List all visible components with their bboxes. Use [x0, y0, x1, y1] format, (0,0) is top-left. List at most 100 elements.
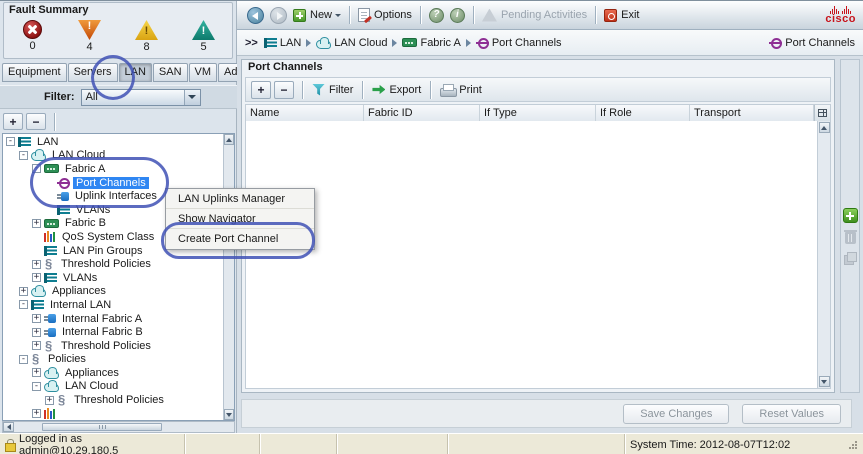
content-pane: New Options ? i Pending Activities Exit [237, 1, 863, 433]
collapse-icon[interactable] [19, 150, 28, 160]
scroll-up-button[interactable] [818, 122, 830, 133]
collapse-icon[interactable] [32, 164, 41, 174]
table-vertical-scrollbar[interactable] [817, 121, 830, 388]
expand-icon[interactable] [32, 341, 41, 351]
cisco-logo: cisco [825, 6, 856, 25]
fault-major[interactable]: 4 [68, 20, 112, 53]
expand-icon[interactable] [32, 259, 41, 269]
tab-vm[interactable]: VM [188, 63, 218, 82]
tree-node-label: Internal LAN [50, 298, 112, 311]
tree-node-lan-cloud[interactable]: LAN Cloud [3, 149, 223, 163]
tree-collapse-all-button[interactable] [26, 113, 46, 130]
fault-count: 5 [200, 41, 207, 53]
expand-icon[interactable] [45, 395, 54, 405]
filter-dropdown-button[interactable] [183, 89, 200, 105]
collapse-icon[interactable] [19, 300, 28, 310]
breadcrumb-current: Port Channels [769, 37, 855, 49]
options-button[interactable]: Options [358, 8, 412, 22]
tree-node-lan-cloud[interactable]: LAN Cloud [3, 380, 223, 394]
expand-icon[interactable] [19, 286, 28, 296]
column-header-name[interactable]: Name [246, 105, 364, 121]
tree-node-label: LAN Cloud [52, 149, 106, 162]
delete-icon[interactable] [843, 230, 857, 244]
tree-expand-all-button[interactable] [3, 113, 23, 130]
scroll-down-button[interactable] [818, 376, 830, 387]
tree-node-fabric-a[interactable]: Fabric A [3, 162, 223, 176]
scroll-up-button[interactable] [224, 134, 234, 145]
fault-count: 8 [143, 41, 150, 53]
expand-icon[interactable] [32, 273, 41, 283]
resize-grip[interactable] [848, 440, 858, 450]
breadcrumb-item-port-channels[interactable]: Port Channels [475, 37, 562, 49]
breadcrumb-item-lan[interactable]: LAN [263, 37, 301, 49]
tab-equipment[interactable]: Equipment [2, 63, 67, 82]
tree-horizontal-scrollbar[interactable] [2, 421, 863, 454]
tree-node-internal-lan[interactable]: Internal LAN [3, 298, 223, 312]
exit-button[interactable]: Exit [604, 8, 640, 22]
uplink-icon [44, 327, 56, 338]
lan-tree: LANLAN CloudFabric APort ChannelsUplink … [2, 133, 235, 421]
add-port-channel-button[interactable] [842, 208, 858, 223]
navigator-tabs: EquipmentServersLANSANVMAdmin [2, 63, 262, 82]
reset-values-button[interactable]: Reset Values [742, 403, 841, 424]
collapse-icon[interactable] [6, 137, 15, 147]
menu-item-show-navigator[interactable]: Show Navigator [166, 209, 314, 229]
breadcrumb-item-lan-cloud[interactable]: LAN Cloud [316, 36, 387, 49]
tree-node-appliances[interactable]: Appliances [3, 366, 223, 380]
back-button[interactable] [247, 6, 264, 24]
tree-node-threshold-policies[interactable]: Threshold Policies [3, 392, 223, 407]
tree-node-appliances[interactable]: Appliances [3, 285, 223, 299]
tree-node-vlans[interactable]: VLANs [3, 271, 223, 285]
expand-icon[interactable] [32, 314, 41, 324]
filter-button[interactable]: Filter [312, 83, 353, 96]
export-button[interactable]: Export [372, 84, 421, 96]
info-button[interactable]: i [449, 7, 465, 23]
menu-item-create-port-channel[interactable]: Create Port Channel [166, 229, 314, 249]
tree-node-policies[interactable]: Policies [3, 351, 223, 366]
column-header-if-role[interactable]: If Role [596, 105, 690, 121]
tree-node-threshold-policies[interactable]: Threshold Policies [3, 256, 223, 271]
tree-node-internal-fabric-a[interactable]: Internal Fabric A [3, 312, 223, 326]
column-header-transport[interactable]: Transport [690, 105, 814, 121]
column-header-fabric-id[interactable]: Fabric ID [364, 105, 480, 121]
tree-node-label: Policies [48, 353, 86, 366]
collapse-icon[interactable] [32, 381, 41, 391]
filter-dropdown[interactable]: All [80, 88, 201, 106]
tree-node-internal-fabric-b[interactable]: Internal Fabric B [3, 325, 223, 339]
breadcrumb-item-fabric-a[interactable]: Fabric A [402, 37, 461, 49]
scroll-left-button[interactable] [3, 422, 14, 432]
tab-lan[interactable]: LAN [118, 63, 152, 82]
fault-minor[interactable]: 8 [125, 20, 169, 53]
scrollbar-thumb[interactable] [42, 423, 162, 431]
tree-node-lan[interactable]: LAN [3, 135, 223, 149]
expand-icon[interactable] [32, 327, 41, 337]
expand-icon[interactable] [32, 218, 41, 228]
expand-icon[interactable] [32, 409, 41, 419]
expand-icon[interactable] [32, 368, 41, 378]
info-icon: i [449, 7, 465, 23]
forward-button[interactable] [270, 6, 287, 24]
breadcrumb-items: LAN LAN Cloud Fabric A Port Channels [263, 36, 562, 49]
copy-icon[interactable] [844, 252, 857, 265]
tab-san[interactable]: SAN [152, 63, 188, 82]
help-button[interactable]: ? [428, 7, 444, 23]
add-button[interactable] [251, 80, 271, 99]
pending-activities-button[interactable]: Pending Activities [481, 8, 587, 22]
fault-critical[interactable]: 0 [11, 20, 55, 53]
collapse-icon[interactable] [19, 354, 28, 364]
new-button[interactable]: New [293, 8, 342, 22]
save-changes-button[interactable]: Save Changes [623, 403, 730, 424]
toolbar-separator [302, 80, 303, 99]
scroll-down-button[interactable] [224, 409, 234, 420]
column-settings-button[interactable] [814, 105, 830, 121]
tab-servers[interactable]: Servers [67, 63, 118, 82]
column-header-if-type[interactable]: If Type [480, 105, 596, 121]
menu-item-lan-uplinks-manager[interactable]: LAN Uplinks Manager [166, 189, 314, 209]
filter-label: Filter: [44, 91, 75, 103]
print-button[interactable]: Print [440, 83, 482, 97]
tree-vertical-scrollbar[interactable] [223, 134, 234, 420]
remove-button[interactable] [274, 80, 294, 99]
fault-info[interactable]: 5 [182, 20, 226, 53]
tree-node-item[interactable] [3, 407, 223, 420]
lan-icon [18, 136, 31, 147]
